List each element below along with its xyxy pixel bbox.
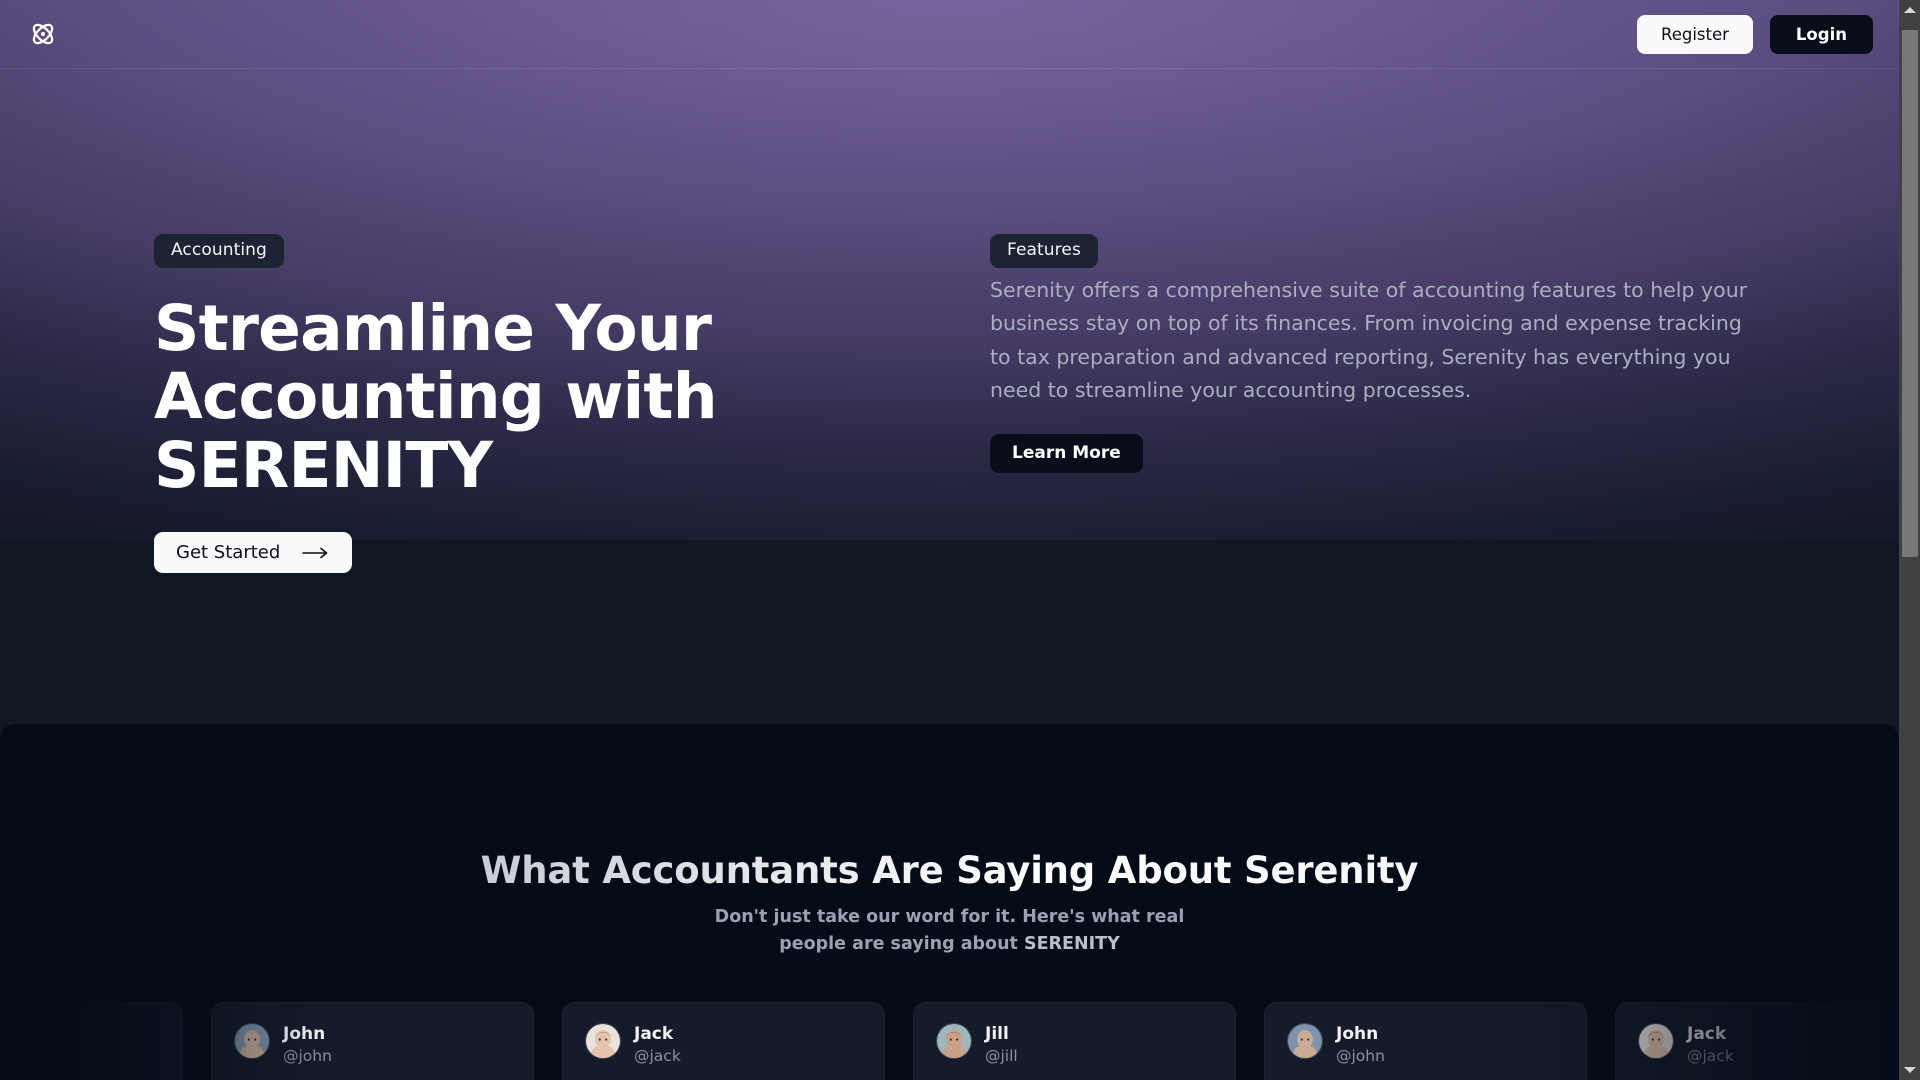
vertical-scrollbar[interactable] [1899,0,1920,1080]
testimonial-card[interactable]: John @john [211,1002,534,1080]
avatar [1638,1023,1674,1059]
testimonial-handle: @john [1336,1046,1385,1065]
browser-page: Register Login Accounting Streamline You… [0,0,1920,1080]
testimonial-name: Jack [634,1024,674,1044]
testimonial-meta: Jill @jill [985,1023,1018,1066]
testimonials-heading: What Accountants Are Saying About Sereni… [0,849,1899,892]
learn-more-button[interactable]: Learn More [990,433,1143,473]
arrow-right-icon [302,547,328,558]
scroll-up-button[interactable] [1899,0,1920,20]
avatar [585,1023,621,1059]
testimonial-cards-row[interactable]: John@johnJohn@johnJack@jackJill@jillJohn… [0,1002,1899,1080]
testimonial-handle: @jack [1687,1046,1734,1065]
testimonial-name: Jack [1687,1024,1727,1044]
testimonial-handle: @john [283,1046,332,1065]
testimonials-subtitle-brand: SERENITY [1024,933,1120,954]
testimonial-meta: John @john [1336,1023,1385,1066]
scroll-down-button[interactable] [1899,1060,1920,1080]
register-button[interactable]: Register [1636,14,1753,54]
scrollbar-thumb[interactable] [1902,30,1918,557]
hero-right-column: Features Serenity offers a comprehensive… [990,234,1760,473]
testimonial-card[interactable]: John@john [0,1002,183,1080]
logo-link[interactable] [28,19,58,49]
hero-title: Streamline Your Accounting with SERENITY [154,292,718,502]
scroll-up-arrow-icon [1903,7,1916,13]
scroll-down-arrow-icon [1903,1067,1916,1073]
get-started-button[interactable]: Get Started [154,532,353,574]
login-button[interactable]: Login [1769,14,1873,54]
testimonial-handle: @jack [634,1046,681,1065]
testimonial-meta: Jack @jack [634,1023,681,1066]
testimonials-subtitle: Don't just take our word for it. Here's … [715,904,1185,957]
hero-paragraph: Serenity offers a comprehensive suite of… [990,278,1748,403]
hero-badge-accounting: Accounting [154,234,284,268]
hero-section: Accounting Streamline Your Accounting wi… [0,69,1899,723]
testimonial-meta: Jack @jack [1687,1023,1734,1066]
testimonial-card[interactable]: Jill @jill [913,1002,1236,1080]
avatar [936,1023,972,1059]
testimonial-card[interactable]: John @john [1264,1002,1587,1080]
avatar [234,1023,270,1059]
hero-left-column: Accounting Streamline Your Accounting wi… [154,234,874,574]
testimonial-name: John [283,1024,326,1044]
testimonials-subtitle-line2: people are saying about [779,933,1024,954]
site-header: Register Login [0,0,1899,69]
get-started-label: Get Started [176,542,281,564]
testimonial-card[interactable]: Jack @jack [1615,1002,1899,1080]
atom-logo-icon [32,23,54,45]
avatar [1287,1023,1323,1059]
hero-inner: Accounting Streamline Your Accounting wi… [0,69,1899,723]
testimonial-name: John [1336,1024,1379,1044]
testimonial-card[interactable]: Jack @jack [562,1002,885,1080]
testimonials-subtitle-line1: Don't just take our word for it. Here's … [714,907,1185,927]
hero-badge-features: Features [990,234,1098,268]
page-viewport: Register Login Accounting Streamline You… [0,0,1899,1080]
testimonial-name: Jill [985,1024,1009,1044]
testimonial-meta: John @john [283,1023,332,1066]
header-actions: Register Login [1636,14,1873,54]
testimonial-handle: @jill [985,1046,1018,1065]
